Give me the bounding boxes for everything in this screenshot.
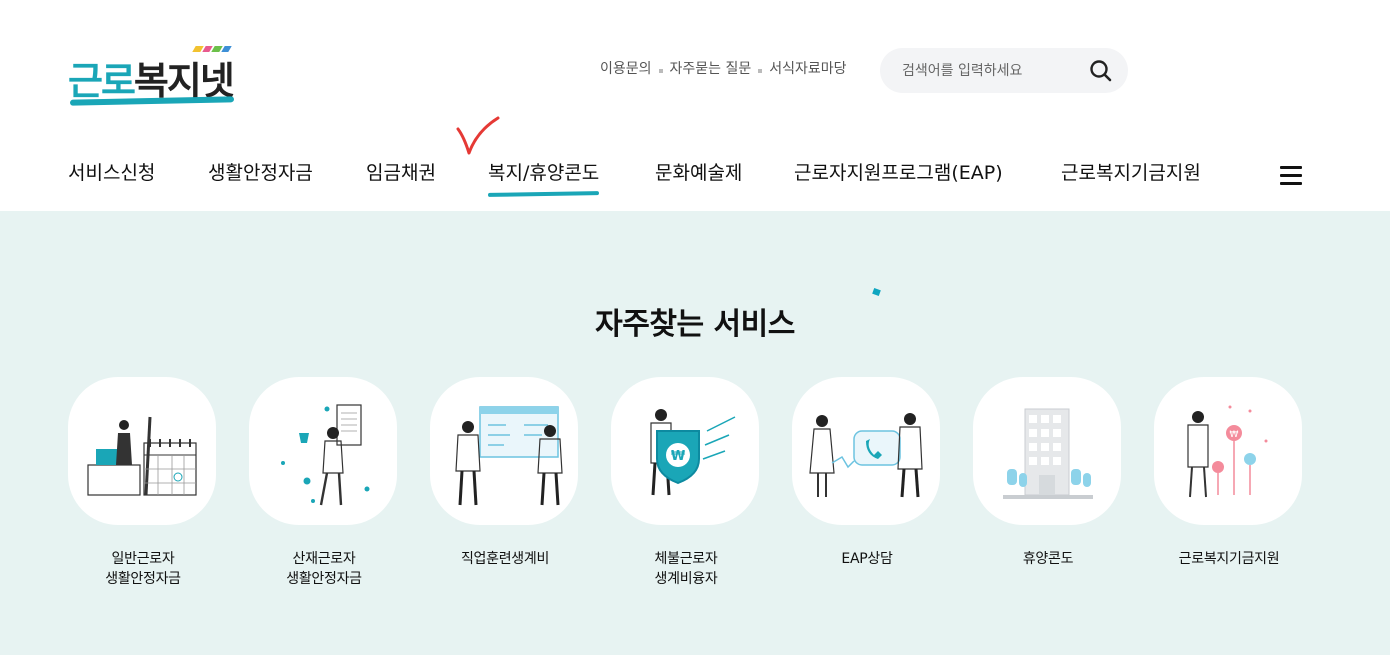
service-card-welfare-fund-support[interactable]: ₩ 근로복지기금지원	[1154, 377, 1304, 569]
search-box	[880, 48, 1128, 93]
service-card-eap-counsel[interactable]: EAP상담	[792, 377, 942, 569]
training-board-icon	[455, 406, 563, 506]
worker-document-icon	[281, 404, 370, 506]
service-label: 일반근로자 생활안정자금	[105, 551, 181, 587]
site-logo[interactable]: 근로복지넷	[68, 46, 243, 110]
nav-item-welfare-fund[interactable]: 근로복지기금지원	[1061, 158, 1201, 185]
site-header: 근로복지넷 이용문의 자주묻는 질문 서식자료마당 서비스신청 생활안정자금 임…	[0, 0, 1390, 211]
nav-item-culture-festival[interactable]: 문화예술제	[655, 158, 742, 185]
service-label: EAP상담	[841, 551, 893, 567]
service-icon-circle	[430, 377, 578, 525]
hamburger-menu-button[interactable]	[1278, 164, 1306, 188]
service-icon-circle	[68, 377, 216, 525]
service-card-vocational-training[interactable]: 직업훈련생계비	[430, 377, 580, 569]
service-label: 체불근로자 생계비융자	[654, 551, 718, 587]
service-icon-circle: ₩	[611, 377, 759, 525]
menu-bar	[1280, 166, 1302, 169]
search-input[interactable]	[900, 58, 1084, 84]
service-label: 산재근로자 생활안정자금	[286, 551, 362, 587]
util-link-inquiry[interactable]: 이용문의	[600, 58, 652, 78]
fund-flower-icon: ₩	[1187, 405, 1268, 498]
util-separator	[758, 69, 763, 73]
service-icon-circle	[249, 377, 397, 525]
nav-item-welfare-condo[interactable]: 복지/휴양콘도	[488, 158, 599, 185]
nav-item-service-apply[interactable]: 서비스신청	[68, 158, 155, 185]
search-icon[interactable]	[1088, 58, 1114, 84]
service-card-general-living-fund[interactable]: 일반근로자 생활안정자금	[68, 377, 218, 589]
frequent-services-section: 자주찾는 서비스 일반근로자 생활안정자금 산재근로자 생활안정자금 직업훈련생…	[0, 211, 1390, 655]
service-card-industrial-living-fund[interactable]: 산재근로자 생활안정자금	[249, 377, 399, 589]
svg-text:₩: ₩	[1230, 430, 1239, 440]
service-label: 근로복지기금지원	[1178, 551, 1280, 567]
nav-item-wage-claim[interactable]: 임금채권	[366, 158, 436, 185]
nav-item-eap[interactable]: 근로자지원프로그램(EAP)	[794, 158, 1003, 185]
condo-building-icon	[1003, 408, 1093, 499]
decorative-dot	[872, 287, 881, 297]
service-icon-circle: ₩	[1154, 377, 1302, 525]
phone-counsel-icon	[809, 413, 923, 498]
service-card-unpaid-wage-loan[interactable]: ₩ 체불근로자 생계비융자	[611, 377, 761, 589]
service-label: 직업훈련생계비	[460, 551, 550, 567]
global-nav: 서비스신청 생활안정자금 임금채권 복지/휴양콘도 문화예술제 근로자지원프로그…	[0, 150, 1390, 200]
section-title: 자주찾는 서비스	[595, 307, 795, 342]
util-link-forms[interactable]: 서식자료마당	[769, 58, 846, 78]
service-card-resort-condo[interactable]: 휴양콘도	[973, 377, 1123, 569]
service-icon-circle	[792, 377, 940, 525]
util-link-faq[interactable]: 자주묻는 질문	[670, 58, 752, 78]
worker-calendar-icon	[87, 416, 197, 496]
service-icon-circle	[973, 377, 1121, 525]
red-check-mark-icon	[456, 116, 500, 155]
util-separator	[658, 69, 663, 73]
shield-won-icon: ₩	[650, 409, 736, 496]
menu-bar	[1280, 182, 1302, 185]
svg-text:₩: ₩	[671, 449, 686, 464]
nav-item-living-fund[interactable]: 생활안정자금	[208, 158, 313, 185]
utility-links: 이용문의 자주묻는 질문 서식자료마당	[600, 58, 847, 78]
menu-bar	[1280, 174, 1302, 177]
service-label: 휴양콘도	[1022, 551, 1074, 567]
